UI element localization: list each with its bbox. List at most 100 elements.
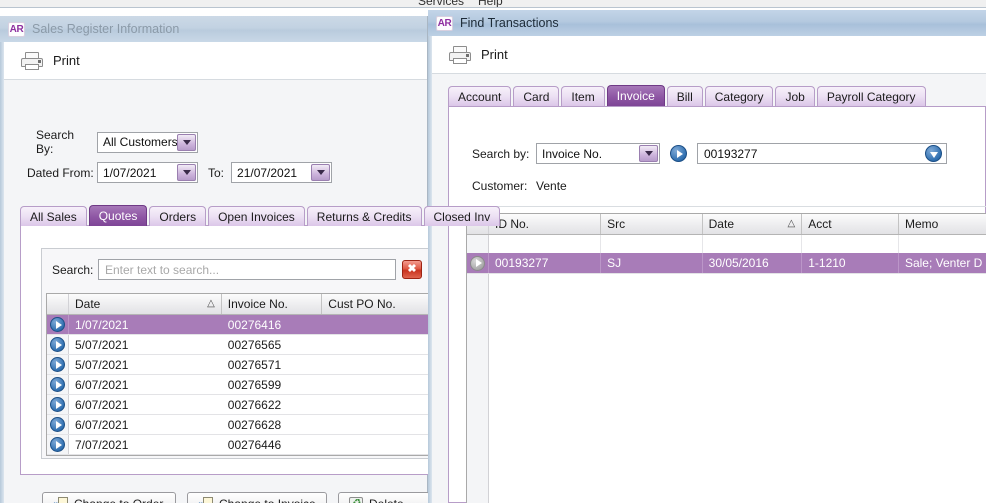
column-header-memo[interactable]: Memo (898, 214, 986, 234)
delete-button[interactable]: ♻ Delete (338, 492, 430, 503)
search-value-input[interactable]: 00193277 (697, 143, 947, 164)
search-by-row: Search By: All Customers (36, 128, 198, 156)
clear-x-icon[interactable]: ✖ (402, 260, 422, 279)
button-label: Delete (369, 497, 404, 503)
table-row[interactable]: 5/07/2021 00276571 (47, 355, 437, 375)
tab-closed-invoices[interactable]: Closed Inv (423, 206, 501, 226)
table-row[interactable]: 7/07/2021 00276446 (47, 435, 437, 455)
change-to-invoice-button[interactable]: » Change to Invoice (187, 492, 327, 503)
print-button-label[interactable]: Print (53, 53, 80, 68)
table-row[interactable]: 1/07/2021 00276416 (47, 315, 437, 335)
tab-all-sales[interactable]: All Sales (20, 206, 87, 226)
left-window-titlebar[interactable]: AR Sales Register Information (0, 16, 427, 42)
cell-invoice-no: 00276599 (227, 377, 282, 392)
table-row[interactable]: 00193277 SJ 30/05/2016 1-1210 Sale; Vent… (467, 253, 986, 274)
tab-category[interactable]: Category (704, 86, 774, 106)
cell-invoice-no: 00276416 (227, 317, 282, 332)
transactions-grid[interactable]: ID No. Src Date △ Acct Memo 00193277 SJ … (466, 213, 986, 503)
dated-from-datebox[interactable]: 1/07/2021 (97, 162, 198, 183)
column-header-date[interactable]: Date △ (702, 214, 803, 234)
cell-date: 1/07/2021 (75, 317, 129, 332)
arrow-right-circle-icon[interactable] (670, 145, 687, 162)
tab-label: Returns & Credits (316, 209, 412, 224)
table-row[interactable]: 6/07/2021 00276622 (47, 395, 437, 415)
customer-row: Customer: Vente (472, 179, 567, 193)
menu-item-services[interactable]: Services (418, 0, 464, 7)
sort-ascending-icon: △ (787, 218, 796, 229)
tab-open-invoices[interactable]: Open Invoices (208, 206, 305, 226)
cell-invoice-no: 00276446 (227, 437, 282, 452)
tab-orders[interactable]: Orders (149, 206, 207, 226)
tab-payroll-category[interactable]: Payroll Category (816, 86, 926, 106)
chevron-down-icon[interactable] (639, 145, 658, 162)
row-select-arrow-icon[interactable] (467, 253, 489, 273)
column-header-src[interactable]: Src (601, 214, 703, 234)
column-header-cust-po-no[interactable]: Cust PO No. (322, 294, 437, 314)
tab-label: Open Invoices (218, 209, 295, 224)
column-header-label: Acct (808, 217, 832, 231)
menu-item-help[interactable]: Help (478, 0, 503, 7)
cell-date: 7/07/2021 (75, 437, 129, 452)
button-label: Change to Invoice (219, 497, 316, 503)
blank-cell (489, 235, 602, 253)
quotes-grid[interactable]: Date △ Invoice No. Cust PO No. 1/07/2021… (46, 293, 438, 456)
tab-invoice[interactable]: Invoice (606, 85, 665, 106)
tab-label: Bill (676, 89, 693, 104)
calendar-dropdown-icon[interactable] (177, 164, 196, 181)
row-select-arrow-icon[interactable] (47, 415, 69, 434)
ar-badge-icon: AR (436, 15, 453, 31)
tab-account[interactable]: Account (448, 86, 512, 106)
row-select-arrow-icon[interactable] (47, 355, 69, 374)
right-window-titlebar[interactable]: AR Find Transactions (428, 10, 986, 36)
tab-card[interactable]: Card (513, 86, 560, 106)
row-select-arrow-icon[interactable] (47, 435, 69, 454)
column-header-date[interactable]: Date △ (69, 294, 222, 314)
search-by-combobox[interactable]: All Customers (97, 131, 198, 153)
row-select-arrow-icon[interactable] (47, 335, 69, 354)
row-select-arrow-icon[interactable] (47, 395, 69, 414)
recycle-icon: ♻ (349, 496, 363, 503)
transactions-grid-header: ID No. Src Date △ Acct Memo (467, 214, 986, 235)
chevron-down-icon[interactable] (177, 133, 196, 151)
table-row[interactable]: 5/07/2021 00276565 (47, 335, 437, 355)
column-header-id-no[interactable]: ID No. (489, 214, 602, 234)
dated-to-datebox[interactable]: 21/07/2021 (231, 162, 333, 183)
tab-returns-credits[interactable]: Returns & Credits (306, 206, 422, 226)
table-row[interactable]: 6/07/2021 00276628 (47, 415, 437, 435)
tab-quotes[interactable]: Quotes (88, 205, 148, 226)
arrow-down-circle-icon[interactable] (925, 145, 942, 162)
change-to-order-button[interactable]: » Change to Order (42, 492, 176, 503)
cell-cust-po-no (322, 315, 437, 334)
tab-job[interactable]: Job (775, 86, 815, 106)
tab-label: Account (458, 89, 502, 104)
customer-label: Customer: (472, 179, 528, 193)
cell-id-no: 00193277 (489, 253, 602, 273)
sort-ascending-icon: △ (207, 298, 215, 309)
search-input[interactable]: Enter text to search... (98, 259, 396, 280)
column-header-label: Src (607, 217, 626, 231)
cell-date: 6/07/2021 (75, 377, 129, 392)
dated-from-label: Dated From: (27, 165, 94, 180)
calendar-dropdown-icon[interactable] (311, 164, 331, 181)
cell-date: 5/07/2021 (75, 337, 129, 352)
tab-label: Invoice (616, 89, 655, 103)
tab-label: All Sales (30, 209, 77, 224)
right-tabstrip: Account Card Item Invoice Bill Category … (448, 85, 926, 106)
row-select-arrow-icon[interactable] (47, 375, 69, 394)
row-select-arrow-icon[interactable] (47, 315, 69, 334)
search-by-combobox[interactable]: Invoice No. (536, 143, 660, 164)
table-row[interactable]: 6/07/2021 00276599 (47, 375, 437, 395)
tab-bill[interactable]: Bill (666, 86, 703, 106)
grid-blank-row (467, 235, 986, 253)
tab-label: Closed Inv (433, 209, 491, 224)
column-header-acct[interactable]: Acct (802, 214, 899, 234)
column-header-label: Cust PO No. (328, 297, 396, 311)
search-by-row: Search by: Invoice No. 00193277 (472, 143, 947, 164)
cell-date: 5/07/2021 (75, 357, 129, 372)
column-header-invoice-no[interactable]: Invoice No. (221, 294, 323, 314)
tab-item[interactable]: Item (561, 86, 605, 106)
window-sales-register-information: AR Sales Register Information Print Sear… (0, 16, 501, 503)
print-button-label[interactable]: Print (481, 47, 508, 62)
right-window-title: Find Transactions (460, 16, 559, 30)
change-doc-icon: » (198, 496, 213, 503)
